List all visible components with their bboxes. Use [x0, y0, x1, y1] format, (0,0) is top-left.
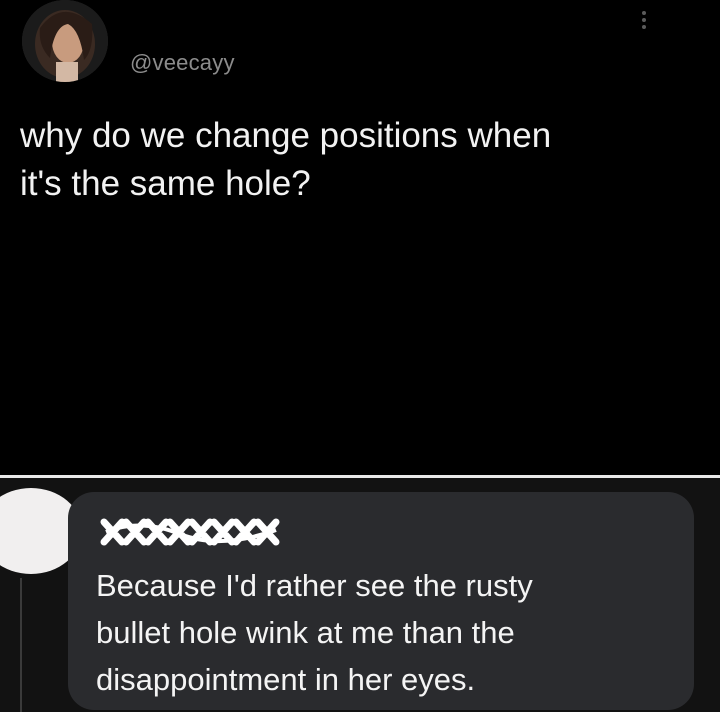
tweet-text: why do we change positions when it's the…: [20, 116, 552, 203]
vertical-ellipsis-icon[interactable]: [637, 8, 651, 38]
reply-section: Because I'd rather see the rusty bullet …: [0, 478, 720, 712]
reply-text: Because I'd rather see the rusty bullet …: [96, 568, 533, 697]
redacted-name-scribble: [100, 518, 280, 546]
tweet-card: @veecayy why do we change positions when…: [0, 0, 720, 476]
profile-avatar[interactable]: [22, 0, 108, 82]
thread-line: [20, 578, 22, 712]
reply-bubble[interactable]: Because I'd rather see the rusty bullet …: [68, 492, 694, 710]
profile-photo-icon: [22, 0, 108, 82]
user-handle[interactable]: @veecayy: [130, 50, 235, 76]
